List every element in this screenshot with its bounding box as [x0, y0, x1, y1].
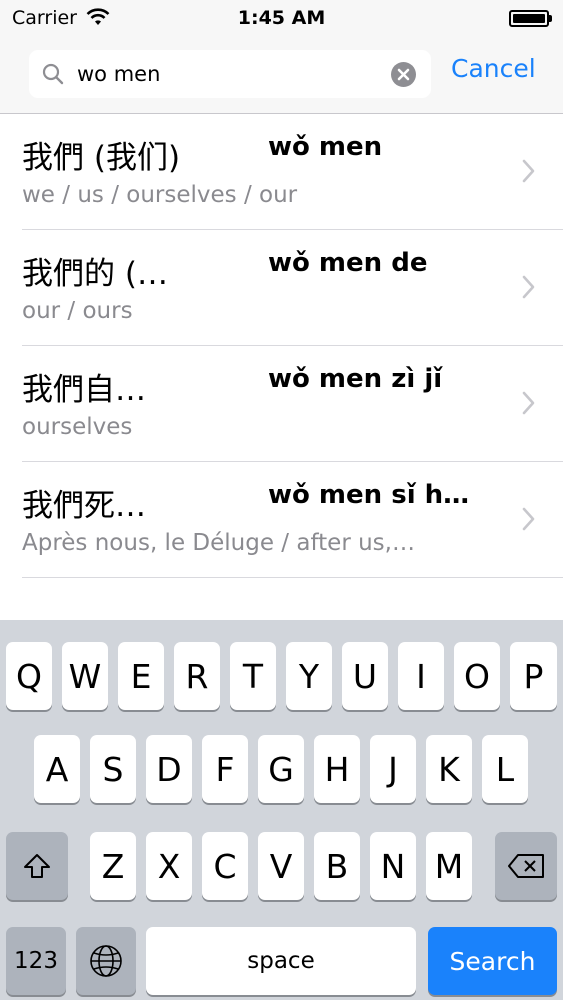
search-key[interactable]: Search [428, 927, 557, 995]
key-b[interactable]: B [314, 832, 360, 900]
chevron-right-icon [522, 391, 535, 415]
key-t[interactable]: T [230, 642, 276, 710]
battery-tip [549, 15, 552, 22]
clock: 1:45 AM [237, 7, 326, 29]
backspace-key[interactable] [495, 832, 557, 900]
key-n[interactable]: N [370, 832, 416, 900]
key-w[interactable]: W [62, 642, 108, 710]
key-r[interactable]: R [174, 642, 220, 710]
search-box[interactable] [29, 50, 431, 98]
keyboard: Q W E R T Y U I O P A S D F G H J K L Z … [0, 620, 563, 1000]
key-p[interactable]: P [510, 642, 557, 710]
result-hanzi: 我們自… [22, 372, 146, 408]
list-item[interactable]: 我們自… wǒ men zì jǐ ourselves [0, 346, 563, 462]
backspace-icon [508, 854, 544, 878]
battery-icon [509, 10, 549, 27]
key-d[interactable]: D [146, 735, 192, 803]
key-s[interactable]: S [90, 735, 136, 803]
key-c[interactable]: C [202, 832, 248, 900]
key-f[interactable]: F [202, 735, 248, 803]
result-pinyin: wǒ men [268, 132, 383, 162]
key-j[interactable]: J [370, 735, 416, 803]
space-key[interactable]: space [146, 927, 416, 995]
key-x[interactable]: X [146, 832, 192, 900]
search-icon [42, 63, 64, 85]
result-pinyin: wǒ men zì jǐ [268, 364, 443, 394]
result-meaning: ourselves [22, 414, 133, 440]
globe-key[interactable] [76, 927, 136, 995]
key-g[interactable]: G [258, 735, 304, 803]
chevron-right-icon [522, 275, 535, 299]
cancel-button[interactable]: Cancel [451, 54, 536, 83]
divider [22, 577, 563, 578]
result-meaning: Après nous, le Déluge / after us,… [22, 530, 415, 556]
status-bar: Carrier 1:45 AM [0, 0, 563, 38]
key-a[interactable]: A [34, 735, 80, 803]
key-q[interactable]: Q [6, 642, 52, 710]
shift-icon [24, 854, 50, 878]
key-u[interactable]: U [342, 642, 388, 710]
key-z[interactable]: Z [90, 832, 136, 900]
key-m[interactable]: M [426, 832, 472, 900]
numbers-key[interactable]: 123 [6, 927, 66, 995]
key-i[interactable]: I [398, 642, 444, 710]
result-pinyin: wǒ men sǐ h… [268, 480, 470, 510]
shift-key[interactable] [6, 832, 68, 900]
result-hanzi: 我們死… [22, 488, 146, 524]
key-k[interactable]: K [426, 735, 472, 803]
globe-icon [90, 945, 122, 977]
search-header: Cancel [0, 38, 563, 114]
result-pinyin: wǒ men de [268, 248, 428, 278]
key-h[interactable]: H [314, 735, 360, 803]
list-item[interactable]: 我們死… wǒ men sǐ h… Après nous, le Déluge … [0, 462, 563, 578]
list-item[interactable]: 我們的 (… wǒ men de our / ours [0, 230, 563, 346]
result-hanzi: 我們的 (… [22, 256, 168, 292]
clear-icon[interactable] [391, 62, 416, 87]
key-v[interactable]: V [258, 832, 304, 900]
chevron-right-icon [522, 507, 535, 531]
result-hanzi: 我們 (我们) [22, 140, 181, 176]
key-l[interactable]: L [482, 735, 528, 803]
key-e[interactable]: E [118, 642, 164, 710]
key-y[interactable]: Y [286, 642, 332, 710]
list-item[interactable]: 我們 (我们) wǒ men we / us / ourselves / our [0, 114, 563, 230]
chevron-right-icon [522, 159, 535, 183]
result-meaning: our / ours [22, 298, 133, 324]
results-list: 我們 (我们) wǒ men we / us / ourselves / our… [0, 114, 563, 578]
search-input[interactable] [77, 50, 377, 98]
result-meaning: we / us / ourselves / our [22, 182, 298, 208]
key-o[interactable]: O [454, 642, 500, 710]
